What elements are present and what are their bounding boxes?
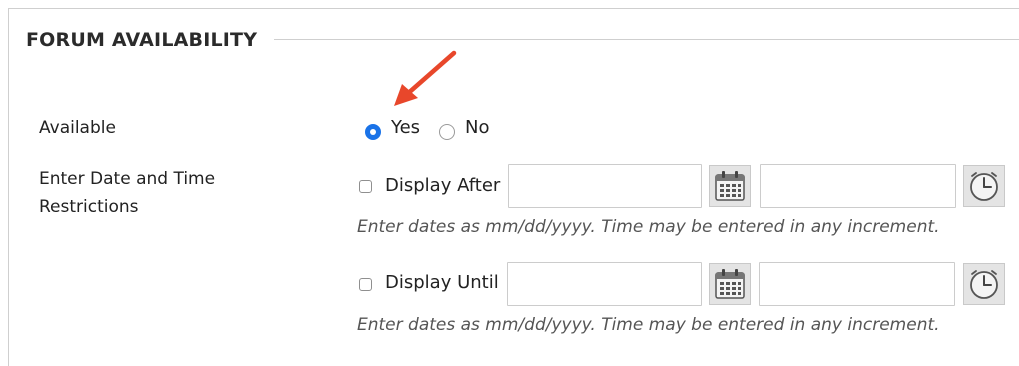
display-after-time-picker-button[interactable] bbox=[963, 165, 1005, 207]
display-until-hint: Enter dates as mm/dd/yyyy. Time may be e… bbox=[357, 315, 940, 335]
display-after-label[interactable]: Display After bbox=[385, 174, 500, 198]
display-until-date-input[interactable] bbox=[507, 262, 702, 306]
display-until-label[interactable]: Display Until bbox=[385, 271, 499, 295]
available-label: Available bbox=[39, 118, 116, 138]
available-yes-radio[interactable] bbox=[365, 124, 381, 140]
display-after-checkbox[interactable] bbox=[359, 180, 372, 193]
calendar-icon bbox=[715, 269, 745, 299]
display-until-date-picker-button[interactable] bbox=[709, 263, 751, 305]
legend-divider bbox=[274, 39, 1019, 40]
red-arrow-icon bbox=[394, 50, 457, 106]
available-no-label[interactable]: No bbox=[465, 116, 489, 140]
calendar-icon bbox=[715, 171, 745, 201]
display-until-checkbox[interactable] bbox=[359, 278, 372, 291]
display-after-time-input[interactable] bbox=[760, 164, 956, 208]
section-title: FORUM AVAILABILITY bbox=[26, 29, 258, 51]
available-no-radio[interactable] bbox=[439, 124, 455, 140]
clock-icon bbox=[970, 270, 998, 299]
display-after-date-picker-button[interactable] bbox=[709, 165, 751, 207]
display-until-time-input[interactable] bbox=[759, 262, 955, 306]
restrictions-label-line1: Enter Date and Time bbox=[39, 169, 216, 189]
display-after-date-input[interactable] bbox=[508, 164, 702, 208]
available-yes-label[interactable]: Yes bbox=[391, 116, 420, 140]
display-until-time-picker-button[interactable] bbox=[963, 263, 1005, 305]
restrictions-label-line2: Restrictions bbox=[39, 197, 139, 217]
clock-icon bbox=[970, 172, 998, 201]
display-after-hint: Enter dates as mm/dd/yyyy. Time may be e… bbox=[357, 217, 940, 237]
section-legend: FORUM AVAILABILITY bbox=[26, 27, 257, 53]
